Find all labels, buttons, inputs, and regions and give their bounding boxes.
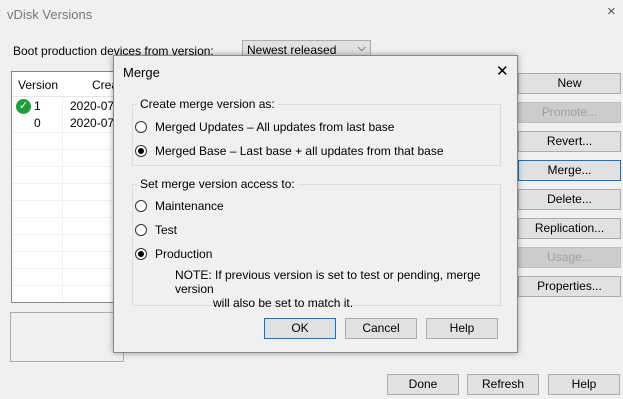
window-title: vDisk Versions <box>7 7 93 22</box>
check-icon: ✓ <box>16 99 31 114</box>
row-divider <box>12 166 120 167</box>
access-note: NOTE: If previous version is set to test… <box>175 268 495 310</box>
column-header-version[interactable]: Version <box>18 78 58 92</box>
row-created: 2020-07- <box>70 116 119 130</box>
row-divider <box>12 149 120 150</box>
row-divider <box>12 132 120 133</box>
promote-button[interactable]: Promote... <box>518 102 621 123</box>
row-version: 1 <box>34 99 41 113</box>
dialog-title: Merge <box>123 65 160 80</box>
cancel-button[interactable]: Cancel <box>345 318 417 339</box>
row-divider <box>12 234 120 235</box>
window-close-button[interactable]: × <box>607 3 616 20</box>
list-row-version-1[interactable]: ✓ 1 2020-07- <box>12 98 120 114</box>
chevron-down-icon: ⌵ <box>357 42 366 54</box>
radio-button[interactable] <box>135 224 147 236</box>
delete-button[interactable]: Delete... <box>518 189 621 210</box>
row-divider <box>12 268 120 269</box>
merge-type-group-label: Create merge version as: <box>137 97 278 111</box>
row-divider <box>12 217 120 218</box>
row-divider <box>12 200 120 201</box>
row-divider <box>12 285 120 286</box>
merge-button[interactable]: Merge... <box>518 160 621 181</box>
note-line: NOTE: If previous version is set to test… <box>175 268 481 296</box>
note-line: will also be set to match it. <box>213 296 354 310</box>
radio-label: Test <box>155 223 178 237</box>
row-version: 0 <box>34 116 41 130</box>
list-row-version-0[interactable]: 0 2020-07- <box>12 115 120 131</box>
radio-label: Merged Updates – All updates from last b… <box>155 120 395 134</box>
row-divider <box>12 251 120 252</box>
radio-label: Production <box>155 247 213 261</box>
row-divider <box>12 183 120 184</box>
properties-button[interactable]: Properties... <box>518 276 621 297</box>
version-list[interactable]: Version Crea ✓ 1 2020-07- 0 2020-07- <box>11 71 121 303</box>
version-description-box <box>10 312 124 362</box>
radio-button[interactable] <box>135 248 147 260</box>
radio-button[interactable] <box>135 121 147 133</box>
revert-button[interactable]: Revert... <box>518 131 621 152</box>
radio-button[interactable] <box>135 200 147 212</box>
ok-button[interactable]: OK <box>264 318 336 339</box>
radio-button[interactable] <box>135 145 147 157</box>
row-created: 2020-07- <box>70 99 119 113</box>
radio-label: Maintenance <box>155 199 224 213</box>
help-button[interactable]: Help <box>548 374 620 395</box>
done-button[interactable]: Done <box>387 374 459 395</box>
new-button[interactable]: New <box>518 73 621 94</box>
radio-label: Merged Base – Last base + all updates fr… <box>155 144 444 158</box>
list-header: Version Crea <box>12 72 120 97</box>
close-icon[interactable]: ✕ <box>496 62 509 80</box>
refresh-button[interactable]: Refresh <box>467 374 539 395</box>
merge-dialog: Merge ✕ Create merge version as: Merged … <box>113 55 518 353</box>
access-group-label: Set merge version access to: <box>137 177 298 191</box>
dialog-help-button[interactable]: Help <box>426 318 498 339</box>
usage-button[interactable]: Usage... <box>518 247 621 268</box>
replication-button[interactable]: Replication... <box>518 218 621 239</box>
